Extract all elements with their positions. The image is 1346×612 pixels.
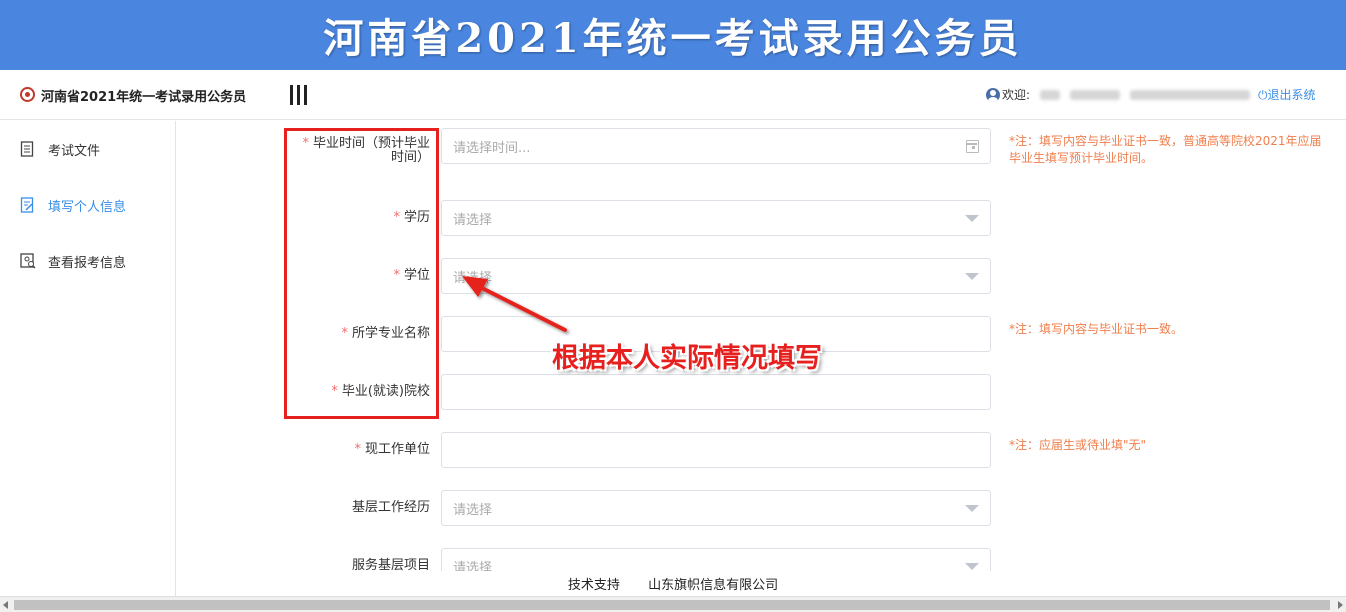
welcome-label: 欢迎: bbox=[1002, 88, 1031, 102]
user-area: 欢迎: ⏻退出系统 bbox=[986, 86, 1316, 103]
banner-title: 河南省2021年统一考试录用公务员 bbox=[323, 15, 1023, 62]
scroll-left-icon[interactable] bbox=[3, 601, 8, 609]
field-label: 服务基层项目 bbox=[351, 558, 430, 572]
sidebar-item-label: 查看报考信息 bbox=[48, 255, 127, 271]
user-circle-icon bbox=[986, 87, 1000, 102]
support-label: 技术支持 bbox=[567, 578, 620, 593]
site-name: 河南省2021年统一考试录用公务员 bbox=[41, 90, 247, 105]
school-input[interactable] bbox=[441, 374, 991, 410]
scrollbar-thumb[interactable] bbox=[14, 600, 1330, 610]
employer-input[interactable] bbox=[441, 432, 991, 468]
annotation-callout: 根据本人实际情况填写 bbox=[552, 343, 822, 374]
sidebar-item-exam-files[interactable]: 考试文件 bbox=[20, 137, 100, 161]
chevron-down-icon bbox=[965, 505, 979, 512]
user-info-redacted bbox=[1070, 89, 1121, 100]
field-label: * 现工作单位 bbox=[354, 442, 430, 457]
user-info-redacted bbox=[1130, 89, 1251, 100]
sidebar-item-label: 考试文件 bbox=[48, 143, 101, 159]
grassroots-experience-select[interactable]: 请选择 bbox=[441, 490, 991, 526]
search-profile-icon bbox=[20, 253, 36, 269]
logout-link[interactable]: ⏻退出系统 bbox=[1258, 86, 1316, 103]
field-note: *注：填写内容与毕业证书一致。 bbox=[1009, 322, 1184, 336]
support-company: 山东旗帜信息有限公司 bbox=[648, 578, 779, 593]
document-icon bbox=[20, 141, 34, 157]
edit-form-icon bbox=[20, 197, 34, 213]
sidebar-item-fill-personal-info[interactable]: 填写个人信息 bbox=[20, 193, 126, 217]
highlight-box bbox=[284, 128, 439, 419]
chevron-down-icon bbox=[965, 215, 979, 222]
sidebar-item-view-application[interactable]: 查看报考信息 bbox=[20, 249, 126, 273]
field-label: 基层工作经历 bbox=[351, 500, 430, 515]
footer: 技术支持 山东旗帜信息有限公司 bbox=[0, 574, 1346, 596]
calendar-icon bbox=[966, 140, 979, 153]
menu-bars-icon[interactable] bbox=[290, 85, 308, 105]
horizontal-scrollbar[interactable] bbox=[0, 596, 1346, 612]
grassroots-project-select[interactable]: 请选择 bbox=[441, 548, 991, 571]
chevron-down-icon bbox=[965, 563, 979, 570]
top-banner: 河南省2021年统一考试录用公务员 bbox=[0, 0, 1346, 70]
education-select[interactable]: 请选择 bbox=[441, 200, 991, 236]
field-note: *注：填写内容与毕业证书一致，普通高等院校2021年应届 毕业生填写预计毕业时间。 bbox=[1009, 134, 1322, 165]
chevron-down-icon bbox=[965, 273, 979, 280]
degree-select[interactable]: 请选择 bbox=[441, 258, 991, 294]
user-info-redacted bbox=[1040, 89, 1061, 100]
scroll-right-icon[interactable] bbox=[1338, 601, 1343, 609]
emblem-logo-icon bbox=[20, 87, 35, 102]
sidebar-item-label: 填写个人信息 bbox=[48, 199, 127, 215]
sidebar: 考试文件 填写个人信息 查看报考信息 bbox=[0, 121, 176, 596]
field-note: *注：应届生或待业填"无" bbox=[1009, 438, 1147, 452]
date-placeholder: 请选择时间... bbox=[453, 140, 531, 156]
header-bar: 河南省2021年统一考试录用公务员 欢迎: ⏻退出系统 bbox=[0, 70, 1346, 120]
graduation-date-picker[interactable]: 请选择时间... bbox=[441, 128, 991, 164]
